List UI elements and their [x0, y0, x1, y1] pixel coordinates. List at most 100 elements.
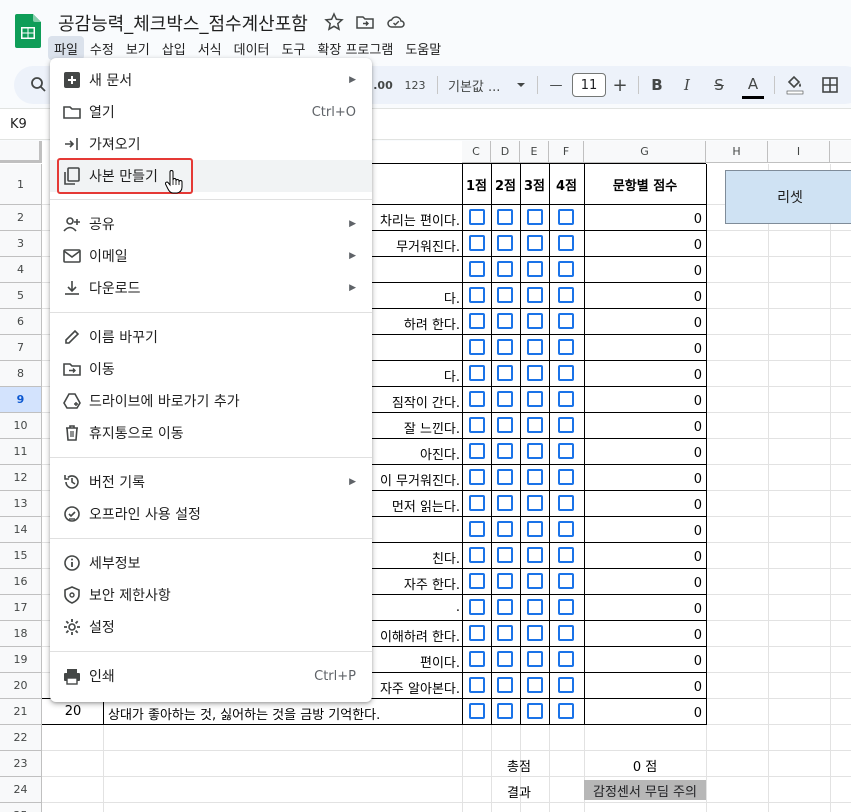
file-menu-item-history[interactable]: 버전 기록 ▶: [50, 466, 372, 498]
file-menu-item-trash[interactable]: 휴지통으로 이동: [50, 417, 372, 449]
checkbox[interactable]: [527, 391, 543, 407]
checkbox[interactable]: [558, 209, 574, 225]
row-header[interactable]: 11: [0, 439, 42, 465]
file-menu-item-offline[interactable]: 오프라인 사용 설정: [50, 498, 372, 530]
dropdown-arrow-icon[interactable]: [514, 66, 528, 104]
checkbox[interactable]: [558, 495, 574, 511]
checkbox[interactable]: [527, 339, 543, 355]
star-icon[interactable]: [324, 12, 344, 32]
row-header[interactable]: 25: [0, 803, 42, 812]
text-color-button[interactable]: A: [742, 71, 764, 99]
checkbox[interactable]: [469, 599, 485, 615]
checkbox[interactable]: [469, 287, 485, 303]
file-menu-item-info[interactable]: 세부정보: [50, 547, 372, 579]
checkbox[interactable]: [497, 547, 513, 563]
row-header[interactable]: 17: [0, 595, 42, 621]
checkbox[interactable]: [527, 313, 543, 329]
checkbox[interactable]: [527, 547, 543, 563]
row-header[interactable]: 19: [0, 647, 42, 673]
search-icon[interactable]: [28, 66, 50, 104]
checkbox[interactable]: [527, 625, 543, 641]
checkbox[interactable]: [558, 235, 574, 251]
checkbox[interactable]: [558, 677, 574, 693]
checkbox[interactable]: [558, 573, 574, 589]
row-header[interactable]: 3: [0, 231, 42, 257]
checkbox[interactable]: [469, 651, 485, 667]
row-header[interactable]: 1: [0, 164, 42, 205]
row-header[interactable]: 16: [0, 569, 42, 595]
menu-insert[interactable]: 삽입: [156, 36, 192, 60]
checkbox[interactable]: [558, 287, 574, 303]
checkbox[interactable]: [469, 209, 485, 225]
checkbox[interactable]: [497, 417, 513, 433]
checkbox[interactable]: [527, 287, 543, 303]
menu-edit[interactable]: 수정: [84, 36, 120, 60]
checkbox[interactable]: [469, 625, 485, 641]
file-menu-item-move-folder[interactable]: 이동: [50, 353, 372, 385]
checkbox[interactable]: [527, 677, 543, 693]
checkbox[interactable]: [558, 599, 574, 615]
checkbox[interactable]: [497, 469, 513, 485]
row-header[interactable]: 21: [0, 699, 42, 725]
checkbox[interactable]: [469, 235, 485, 251]
checkbox[interactable]: [497, 339, 513, 355]
checkbox[interactable]: [527, 443, 543, 459]
checkbox[interactable]: [558, 313, 574, 329]
menu-format[interactable]: 서식: [192, 36, 228, 60]
checkbox[interactable]: [527, 235, 543, 251]
checkbox[interactable]: [558, 339, 574, 355]
decimal-increase-button[interactable]: .00: [370, 66, 396, 104]
format-more-button[interactable]: 123: [401, 66, 429, 104]
row-header[interactable]: 13: [0, 491, 42, 517]
checkbox[interactable]: [558, 417, 574, 433]
row-header[interactable]: 12: [0, 465, 42, 491]
checkbox[interactable]: [469, 417, 485, 433]
row-header[interactable]: 24: [0, 777, 42, 803]
checkbox[interactable]: [558, 521, 574, 537]
italic-button[interactable]: I: [678, 66, 696, 104]
file-menu-item-security[interactable]: 보안 제한사항: [50, 579, 372, 611]
file-menu-item-import[interactable]: 가져오기: [50, 128, 372, 160]
menu-help[interactable]: 도움말: [399, 36, 447, 60]
checkbox[interactable]: [527, 495, 543, 511]
checkbox[interactable]: [469, 339, 485, 355]
file-menu-item-download[interactable]: 다운로드 ▶: [50, 272, 372, 304]
column-header[interactable]: I: [768, 141, 830, 163]
file-menu-item-gear[interactable]: 설정: [50, 611, 372, 643]
font-size-decrease-button[interactable]: —: [546, 66, 566, 104]
checkbox[interactable]: [527, 703, 543, 719]
checkbox[interactable]: [469, 313, 485, 329]
checkbox[interactable]: [469, 391, 485, 407]
row-header[interactable]: 20: [0, 673, 42, 699]
checkbox[interactable]: [469, 573, 485, 589]
column-header[interactable]: H: [706, 141, 768, 163]
borders-icon[interactable]: [820, 66, 840, 104]
file-menu-item-new-document[interactable]: 새 문서 ▶: [50, 64, 372, 96]
checkbox[interactable]: [497, 495, 513, 511]
menu-extensions[interactable]: 확장 프로그램: [311, 36, 399, 60]
name-box[interactable]: K9: [10, 117, 27, 132]
column-header[interactable]: G: [584, 141, 706, 163]
checkbox[interactable]: [558, 703, 574, 719]
fill-color-icon[interactable]: [784, 66, 806, 104]
checkbox[interactable]: [497, 313, 513, 329]
sheets-logo-icon[interactable]: [15, 14, 41, 48]
checkbox[interactable]: [469, 443, 485, 459]
row-header[interactable]: 18: [0, 621, 42, 647]
checkbox[interactable]: [497, 209, 513, 225]
checkbox[interactable]: [527, 365, 543, 381]
font-size-increase-button[interactable]: +: [610, 66, 630, 104]
checkbox[interactable]: [497, 573, 513, 589]
checkbox[interactable]: [497, 287, 513, 303]
column-header[interactable]: C: [462, 141, 491, 163]
checkbox[interactable]: [527, 261, 543, 277]
file-menu-item-folder[interactable]: 열기 Ctrl+O: [50, 96, 372, 128]
row-header[interactable]: 5: [0, 283, 42, 309]
move-folder-icon[interactable]: [355, 12, 375, 32]
select-all-corner[interactable]: [0, 141, 42, 163]
row-header[interactable]: 15: [0, 543, 42, 569]
checkbox[interactable]: [469, 365, 485, 381]
checkbox[interactable]: [497, 443, 513, 459]
checkbox[interactable]: [558, 365, 574, 381]
column-header[interactable]: [830, 141, 851, 163]
